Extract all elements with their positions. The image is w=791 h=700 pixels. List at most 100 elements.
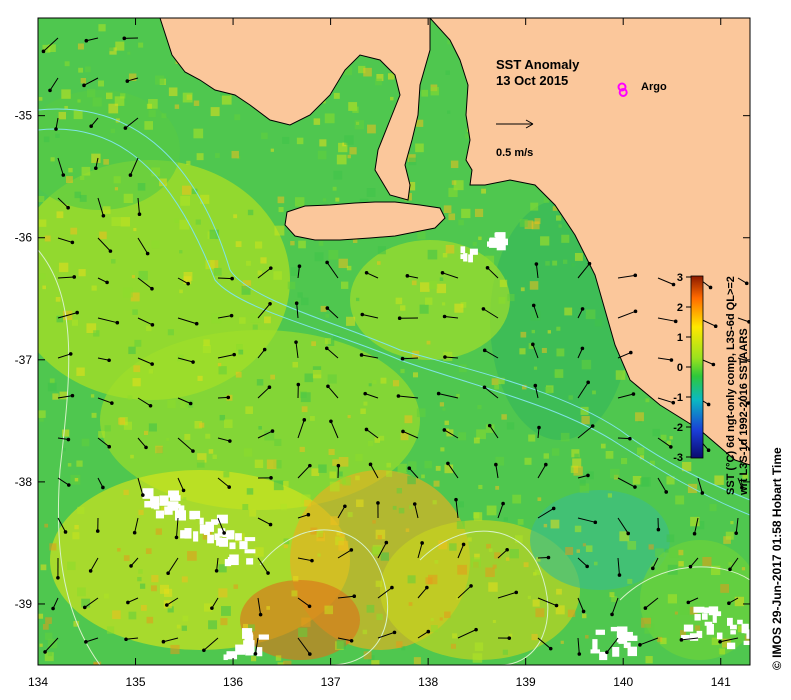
anomaly-pixel [128, 346, 136, 355]
colorbar-tick-label: -2 [673, 422, 683, 434]
current-arrowhead [230, 276, 234, 281]
anomaly-pixel [91, 412, 97, 418]
anomaly-pixel [77, 99, 81, 103]
anomaly-pixel [450, 160, 459, 169]
current-arrowhead [396, 394, 401, 398]
current-arrowhead [727, 601, 731, 606]
current-arrowhead [514, 590, 519, 595]
anomaly-pixel [444, 420, 449, 426]
anomaly-pixel [132, 309, 138, 315]
current-arrowhead [66, 205, 70, 210]
anomaly-pixel [424, 460, 432, 469]
current-arrowhead [122, 36, 127, 41]
anomaly-pixel [445, 244, 455, 254]
anomaly-pixel [363, 67, 372, 77]
no-data-pixel [223, 654, 228, 661]
anomaly-pixel [250, 313, 261, 323]
no-data-pixel [246, 558, 254, 565]
anomaly-pixel [155, 75, 165, 85]
anomaly-pixel [200, 194, 210, 204]
anomaly-pixel [532, 599, 540, 607]
current-arrow [402, 357, 419, 360]
anomaly-pixel [182, 615, 189, 622]
anomaly-pixel [503, 517, 508, 522]
current-arrowhead [89, 124, 93, 129]
no-data-pixel [737, 619, 743, 625]
anomaly-pixel [474, 208, 484, 218]
anomaly-pixel [442, 252, 448, 258]
anomaly-pixel [145, 548, 152, 554]
anomaly-pixel [73, 110, 83, 120]
current-arrowhead [214, 568, 219, 573]
anomaly-pixel [660, 434, 667, 441]
anomaly-pixel [749, 660, 750, 665]
anomaly-pixel [74, 524, 79, 530]
anomaly-pixel [245, 406, 253, 414]
current-arrowhead [461, 542, 466, 547]
anomaly-pixel [78, 269, 86, 277]
anomaly-pixel [77, 587, 86, 597]
anomaly-pixel [509, 548, 519, 559]
no-data-pixel [627, 646, 638, 657]
anomaly-pixel [400, 305, 406, 311]
anomaly-pixel [545, 261, 550, 266]
anomaly-pixel [473, 512, 480, 519]
lat-tick-label: -36 [15, 231, 33, 245]
anomaly-pixel [161, 113, 167, 119]
anomaly-pixel [176, 624, 181, 629]
current-arrowhead [132, 530, 137, 535]
anomaly-pixel [193, 128, 204, 139]
anomaly-pixel [375, 580, 382, 587]
current-arrowhead [593, 520, 598, 525]
current-arrowhead [425, 585, 429, 590]
anomaly-pixel [316, 530, 324, 538]
anomaly-pixel [242, 504, 249, 510]
anomaly-pixel [80, 77, 87, 84]
anomaly-pixel [567, 609, 576, 618]
current-arrowhead [297, 264, 302, 269]
map-date: 13 Oct 2015 [496, 73, 568, 88]
anomaly-pixel [235, 241, 242, 248]
anomaly-pixel [574, 453, 579, 459]
anomaly-pixel [457, 501, 464, 508]
anomaly-pixel [344, 135, 354, 145]
anomaly-pixel [349, 147, 357, 155]
no-data-pixel [199, 517, 204, 525]
no-data-pixel [226, 530, 235, 540]
anomaly-pixel [644, 623, 655, 634]
no-data-pixel [626, 631, 633, 638]
anomaly-pixel [98, 24, 106, 32]
colorbar-tick-label: -1 [673, 392, 683, 404]
anomaly-pixel [184, 433, 191, 440]
current-arrowhead [368, 462, 373, 467]
anomaly-pixel [486, 505, 497, 516]
anomaly-pixel [181, 625, 187, 631]
current-arrowhead [325, 306, 330, 310]
anomaly-pixel [312, 369, 322, 379]
anomaly-pixel [246, 488, 254, 495]
current-arrowhead [420, 541, 424, 545]
current-arrowhead [363, 391, 367, 396]
current-arrowhead [392, 630, 397, 635]
anomaly-pixel [639, 477, 649, 487]
current-arrowhead [262, 347, 267, 352]
anomaly-pixel [635, 412, 644, 422]
anomaly-pixel [70, 227, 78, 235]
anomaly-pixel [436, 283, 447, 294]
anomaly-pixel [439, 277, 444, 281]
anomaly-pixel [452, 633, 458, 639]
anomaly-pixel [554, 369, 564, 378]
current-arrowhead [605, 650, 609, 655]
anomaly-pixel [371, 660, 380, 665]
no-data-pixel [612, 646, 620, 657]
anomaly-pixel [396, 488, 403, 494]
current-arrowhead [66, 483, 71, 487]
anomaly-pixel [196, 459, 205, 468]
anomaly-pixel [477, 405, 482, 410]
anomaly-pixel [319, 139, 327, 147]
current-arrowhead [61, 173, 66, 177]
current-arrowhead [443, 355, 447, 359]
no-data-pixel [193, 531, 199, 542]
no-data-pixel [727, 617, 733, 626]
no-data-pixel [235, 533, 242, 541]
